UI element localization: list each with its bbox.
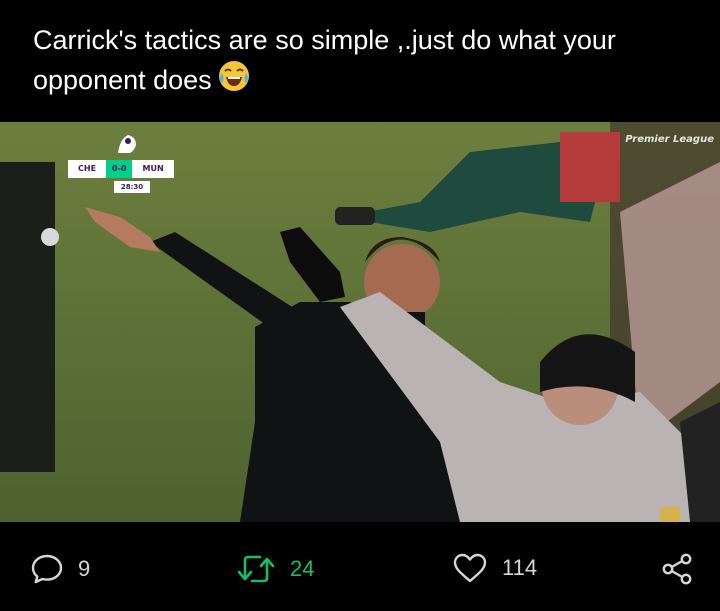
laughing-emoji-icon bbox=[218, 60, 250, 103]
broadcast-logo: Premier League bbox=[625, 134, 714, 145]
scoreboard: CHE 0-0 MUN bbox=[68, 160, 174, 178]
retweet-button[interactable]: 24 bbox=[236, 552, 314, 586]
reply-icon bbox=[31, 554, 63, 584]
match-clock: 28:30 bbox=[114, 181, 150, 193]
away-team: MUN bbox=[132, 160, 174, 178]
share-icon bbox=[662, 553, 692, 585]
post-text-content: Carrick's tactics are so simple ,.just d… bbox=[33, 25, 616, 95]
premier-league-lion-icon bbox=[118, 135, 136, 153]
retweet-icon bbox=[237, 555, 275, 583]
post-text: Carrick's tactics are so simple ,.just d… bbox=[33, 20, 703, 103]
heart-icon bbox=[453, 553, 487, 583]
like-button[interactable]: 114 bbox=[452, 552, 537, 584]
share-button[interactable] bbox=[660, 552, 694, 586]
match-photo bbox=[0, 122, 720, 522]
score: 0-0 bbox=[106, 160, 133, 178]
post-image[interactable] bbox=[0, 122, 720, 522]
like-count: 114 bbox=[502, 555, 538, 580]
reply-button[interactable]: 9 bbox=[30, 552, 90, 586]
action-bar: 9 24 114 bbox=[0, 540, 720, 596]
retweet-count: 24 bbox=[290, 556, 315, 581]
home-team: CHE bbox=[68, 160, 107, 178]
reply-count: 9 bbox=[78, 556, 91, 581]
